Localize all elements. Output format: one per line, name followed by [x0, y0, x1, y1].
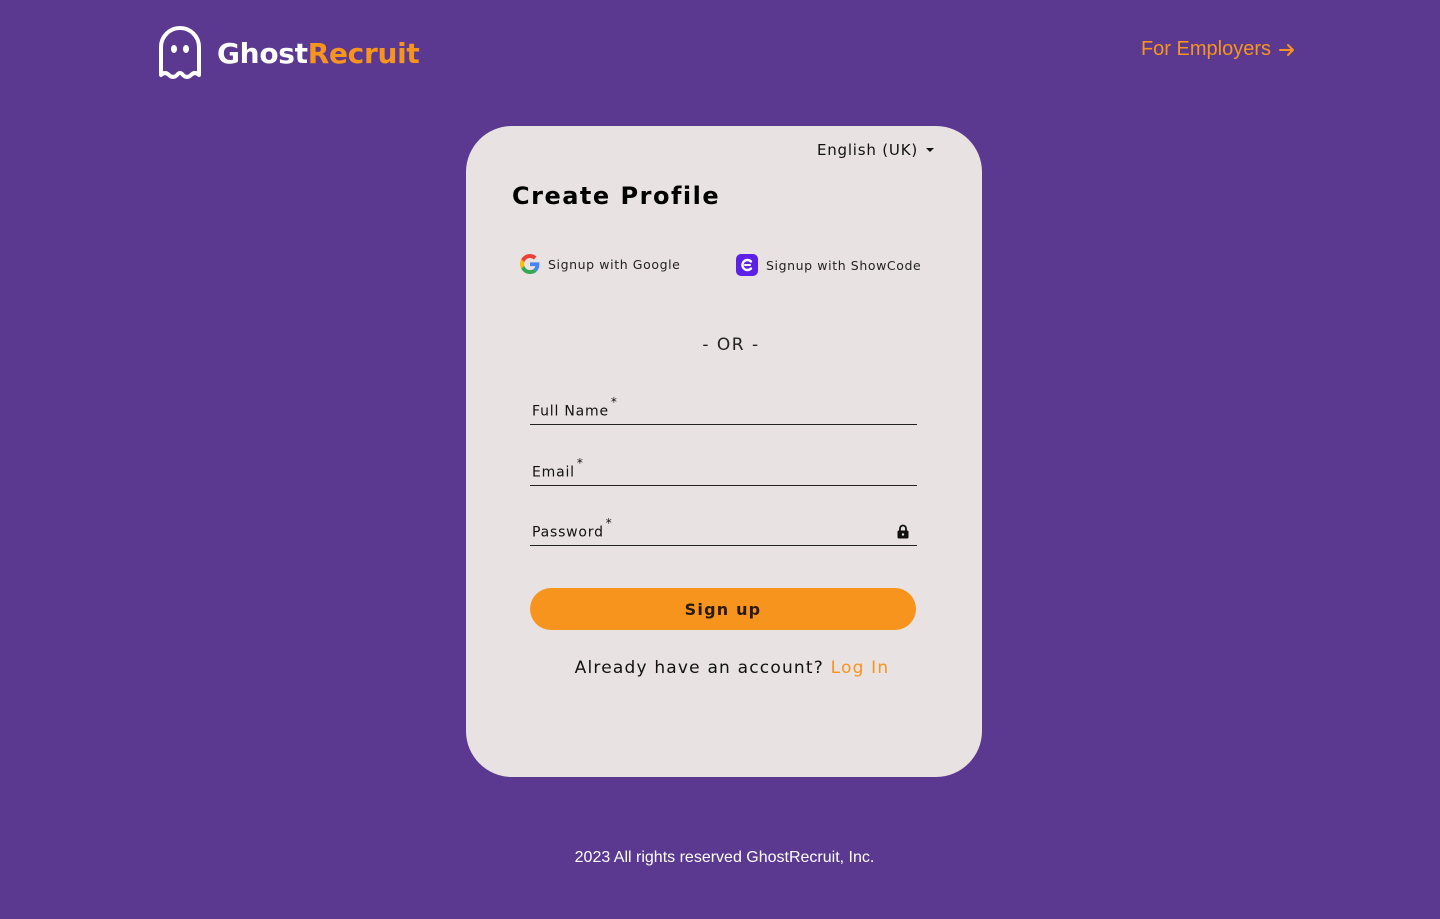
- full-name-field[interactable]: Full Name*: [530, 395, 917, 425]
- or-divider: - OR -: [702, 335, 760, 355]
- signup-showcode-button[interactable]: Signup with ShowCode: [736, 254, 921, 276]
- chevron-down-icon: [926, 148, 934, 152]
- language-selector[interactable]: English (UK): [817, 141, 934, 159]
- signup-google-label: Signup with Google: [548, 256, 681, 272]
- sign-up-button[interactable]: Sign up: [530, 588, 916, 630]
- showcode-icon: [736, 254, 758, 276]
- password-field[interactable]: Password*: [530, 516, 917, 546]
- log-in-link[interactable]: Log In: [831, 658, 890, 678]
- google-icon: [520, 254, 540, 274]
- email-field[interactable]: Email*: [530, 456, 917, 486]
- password-label: Password*: [532, 516, 613, 541]
- email-label: Email*: [532, 456, 584, 481]
- logo-text: GhostRecruit: [217, 36, 420, 70]
- create-profile-card: English (UK) Create Profile Signup with …: [466, 126, 982, 777]
- footer-copyright: 2023 All rights reserved GhostRecruit, I…: [574, 849, 875, 866]
- signup-showcode-label: Signup with ShowCode: [766, 257, 922, 273]
- lock-icon[interactable]: [897, 524, 909, 539]
- language-label: English (UK): [816, 141, 918, 159]
- ghost-logo-icon: [159, 26, 201, 79]
- signup-google-button[interactable]: Signup with Google: [520, 254, 680, 274]
- full-name-label: Full Name*: [532, 395, 618, 420]
- page-title: Create Profile: [512, 182, 721, 210]
- arrow-right-icon: [1279, 43, 1294, 56]
- logo[interactable]: GhostRecruit: [157, 25, 420, 81]
- for-employers-link[interactable]: For Employers: [1141, 38, 1295, 61]
- login-prompt-row: Already have an account? Log In: [466, 658, 982, 678]
- for-employers-label: For Employers: [1140, 38, 1271, 60]
- login-prompt-text: Already have an account?: [574, 658, 824, 678]
